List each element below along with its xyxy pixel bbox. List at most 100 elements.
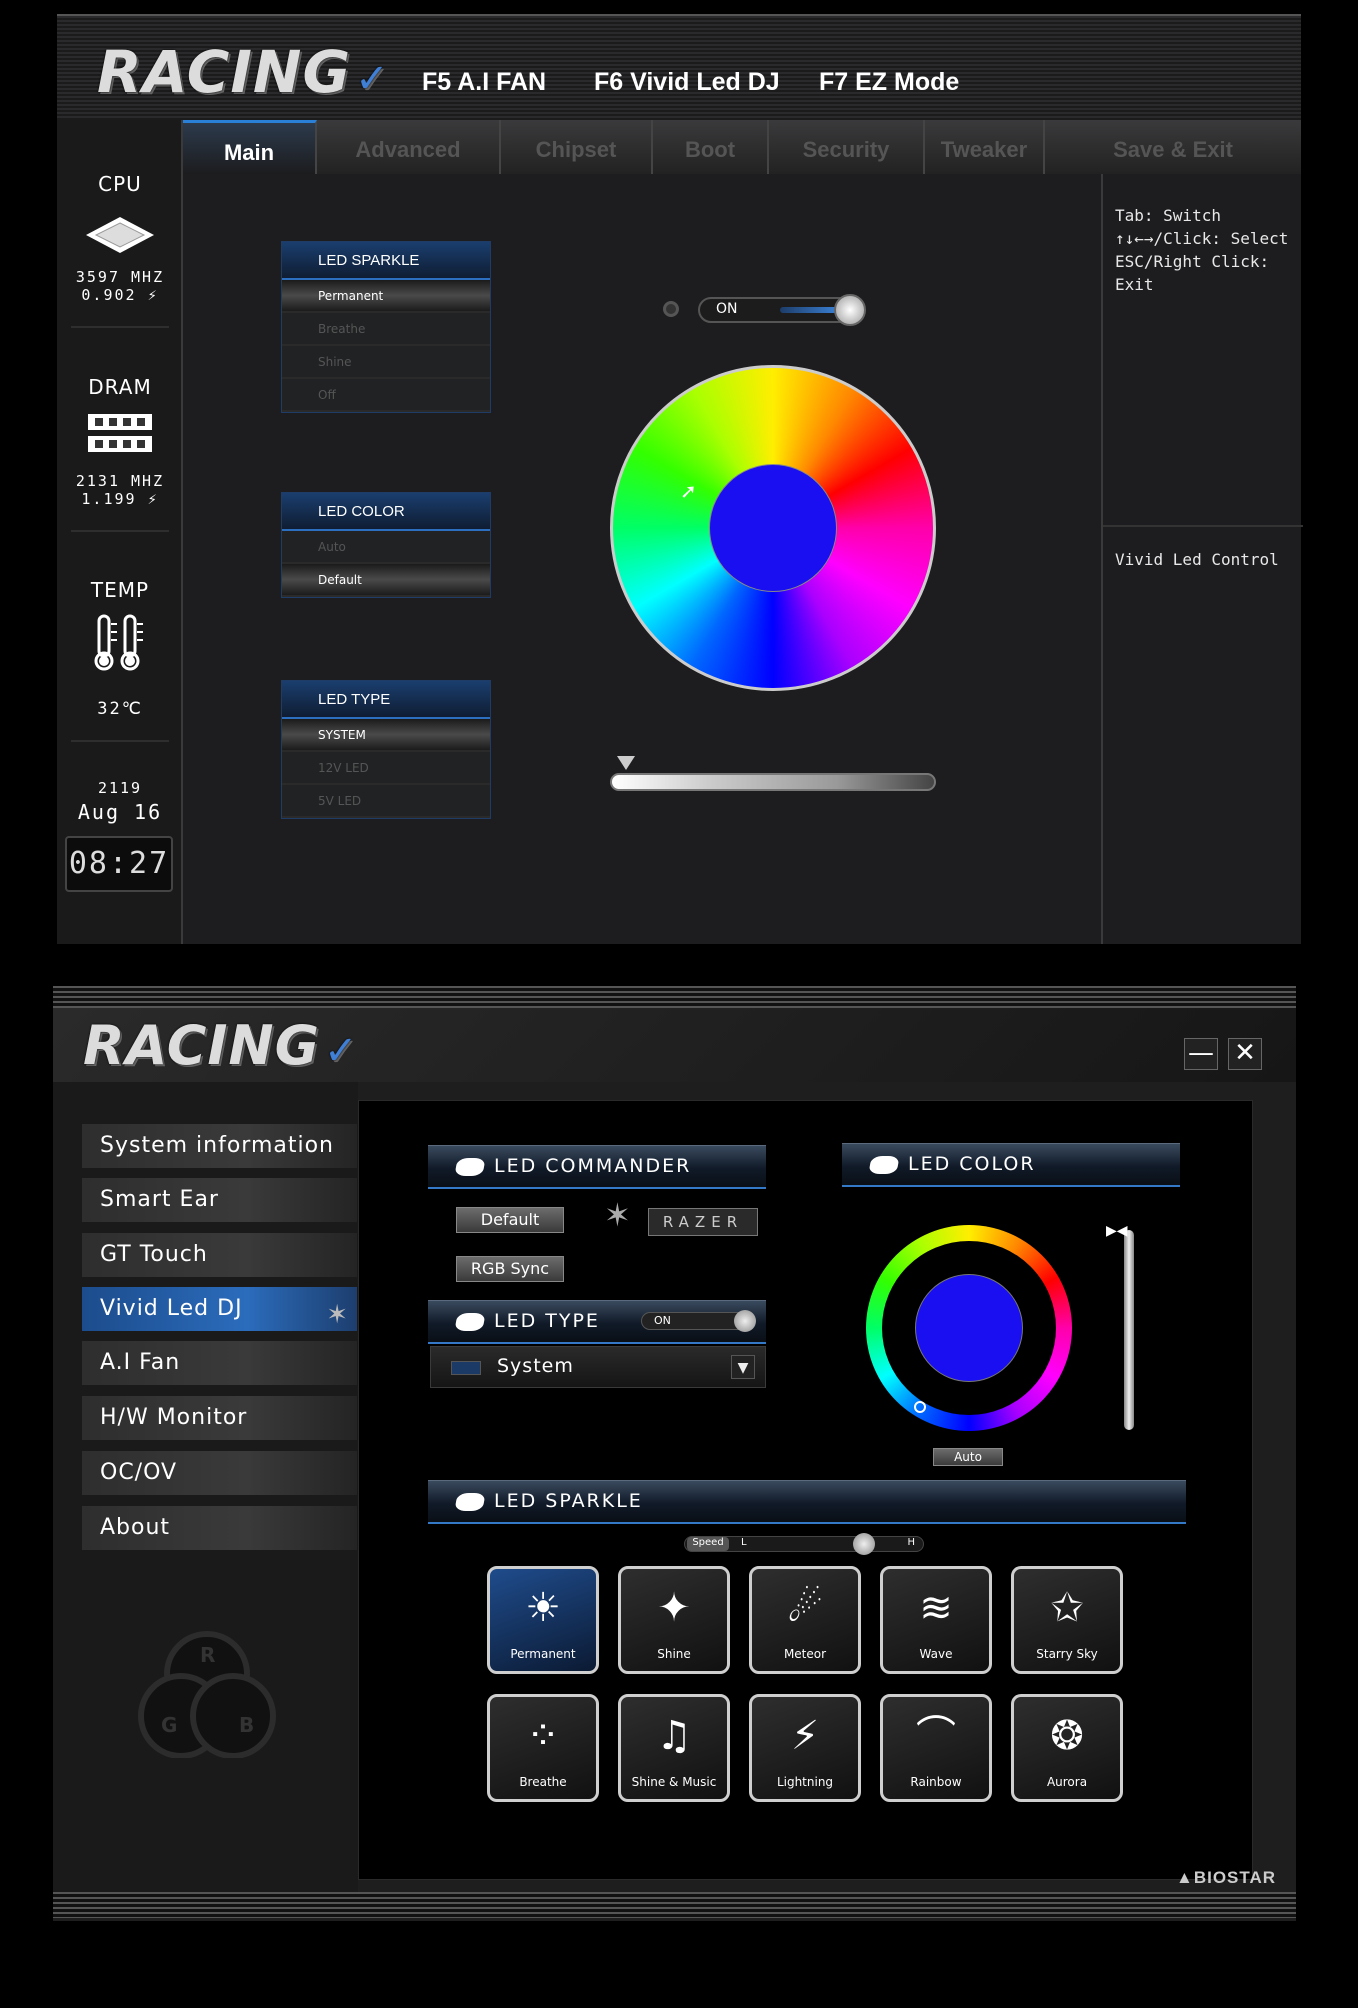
led-type-dropdown[interactable]: System ▼ (430, 1346, 766, 1388)
tab-security[interactable]: Security (769, 120, 925, 174)
toggle-knob[interactable] (834, 294, 866, 326)
f6-vivid-led-dj-button[interactable]: F6 Vivid Led DJ (594, 68, 780, 97)
effect-rainbow[interactable]: ⌒ Rainbow (880, 1694, 992, 1802)
speed-knob[interactable] (853, 1533, 875, 1555)
nav-system-information[interactable]: System information (82, 1124, 357, 1168)
color-picker-handle[interactable] (914, 1401, 926, 1413)
razer-button[interactable]: RAZER (648, 1208, 758, 1236)
emblem-letter-b: B (239, 1713, 254, 1737)
nav-smart-ear[interactable]: Smart Ear (82, 1178, 357, 1222)
nav-gt-touch[interactable]: GT Touch (82, 1233, 357, 1277)
default-button[interactable]: Default (456, 1207, 564, 1233)
selected-color-swatch (915, 1274, 1023, 1382)
option-breathe[interactable]: Breathe (282, 313, 490, 346)
effect-label: Wave (919, 1647, 953, 1661)
date-value: Aug 16 (77, 800, 163, 824)
led-power-toggle[interactable]: ON (698, 294, 866, 326)
f7-ez-mode-button[interactable]: F7 EZ Mode (819, 68, 959, 97)
wave-icon: ≋ (919, 1585, 953, 1631)
tab-boot[interactable]: Boot (653, 120, 769, 174)
f5-ai-fan-button[interactable]: F5 A.I FAN (422, 68, 546, 97)
toggle-track (780, 307, 840, 313)
minimize-button[interactable]: — (1184, 1038, 1218, 1070)
stars-icon: ✩ (1050, 1585, 1084, 1631)
led-color-panel: LED COLOR Auto Default (281, 492, 491, 598)
nav-about[interactable]: About (82, 1506, 357, 1550)
option-auto[interactable]: Auto (282, 531, 490, 564)
rainbow-icon: ⌒ (916, 1713, 956, 1759)
nav-oc-ov[interactable]: OC/OV (82, 1451, 357, 1495)
bios-status-sidebar: CPU 3597 MHZ 0.902 ⚡ DRAM 2131 MHZ 1.199… (57, 120, 183, 944)
speed-slider[interactable]: Speed L H (684, 1533, 924, 1555)
app-header: RACING ✓ (53, 1008, 1296, 1082)
close-button[interactable]: ✕ (1228, 1038, 1262, 1070)
lightning-icon: ⚡ (790, 1713, 820, 1759)
nav-label: Vivid Led DJ (100, 1296, 243, 1321)
help-line: Tab: Switch (1115, 206, 1221, 225)
tab-advanced[interactable]: Advanced (317, 120, 501, 174)
panel-title: LED TYPE (282, 681, 490, 719)
option-5v-led[interactable]: 5V LED (282, 785, 490, 818)
nav-label: OC/OV (100, 1460, 178, 1485)
help-line: ESC/Right Click: Exit (1115, 252, 1270, 294)
selected-color-swatch (709, 464, 837, 592)
emblem-letter-g: G (161, 1713, 177, 1737)
effect-shine-music[interactable]: ♫ Shine & Music (618, 1694, 730, 1802)
clock-display: 08:27 (65, 836, 173, 892)
dropdown-value: System (497, 1355, 574, 1377)
nav-label: GT Touch (100, 1242, 208, 1267)
meteor-icon: ☄ (787, 1585, 823, 1631)
aurora-icon: ❂ (1050, 1713, 1084, 1759)
sparkle-icon: ✦ (657, 1585, 691, 1631)
chevron-down-icon[interactable]: ▼ (731, 1355, 755, 1379)
option-system[interactable]: SYSTEM (282, 719, 490, 752)
option-permanent[interactable]: Permanent (282, 280, 490, 313)
auto-button[interactable]: Auto (933, 1448, 1003, 1466)
nav-vivid-led-dj[interactable]: Vivid Led DJ ✶ (82, 1287, 357, 1331)
option-12v-led[interactable]: 12V LED (282, 752, 490, 785)
effect-label: Rainbow (910, 1775, 962, 1789)
help-line: ↑↓←→/Click: Select (1115, 229, 1289, 248)
bios-tab-bar: Main Advanced Chipset Boot Security Twea… (183, 120, 1301, 174)
tab-tweaker[interactable]: Tweaker (925, 120, 1045, 174)
nav-hw-monitor[interactable]: H/W Monitor (82, 1396, 357, 1440)
effect-label: Permanent (510, 1647, 576, 1661)
speed-high-label: H (907, 1537, 915, 1548)
led-chip-icon (454, 1158, 486, 1176)
tab-chipset[interactable]: Chipset (501, 120, 653, 174)
effect-permanent[interactable]: ☀ Permanent (487, 1566, 599, 1674)
help-panel: Tab: Switch ↑↓←→/Click: Select ESC/Right… (1101, 174, 1303, 944)
effect-lightning[interactable]: ⚡ Lightning (749, 1694, 861, 1802)
dram-module-icon (87, 412, 153, 454)
rgb-sync-button[interactable]: RGB Sync (456, 1256, 564, 1282)
option-default[interactable]: Default (282, 564, 490, 597)
nav-ai-fan[interactable]: A.I Fan (82, 1341, 357, 1385)
effect-breathe[interactable]: ⁘ Breathe (487, 1694, 599, 1802)
breathe-icon: ⁘ (526, 1713, 560, 1759)
cpu-label: CPU (98, 172, 142, 196)
bottom-stripes (53, 1892, 1296, 1918)
effect-meteor[interactable]: ☄ Meteor (749, 1566, 861, 1674)
led-type-toggle[interactable]: ON (641, 1310, 756, 1332)
brightness-vertical-slider[interactable] (1124, 1230, 1134, 1430)
effect-shine[interactable]: ✦ Shine (618, 1566, 730, 1674)
led-chip-icon (454, 1493, 486, 1511)
razer-logo-icon: ✶ (604, 1196, 631, 1234)
option-off[interactable]: Off (282, 379, 490, 412)
divider (71, 326, 169, 328)
led-sparkle-header: LED SPARKLE (428, 1480, 1186, 1524)
led-chip-icon (454, 1313, 486, 1331)
option-shine[interactable]: Shine (282, 346, 490, 379)
toggle-knob[interactable] (734, 1310, 756, 1332)
effect-wave[interactable]: ≋ Wave (880, 1566, 992, 1674)
brightness-slider[interactable] (610, 773, 936, 791)
led-color-header: LED COLOR (842, 1143, 1180, 1187)
effect-label: Starry Sky (1036, 1647, 1098, 1661)
divider (71, 740, 169, 742)
effect-aurora[interactable]: ❂ Aurora (1011, 1694, 1123, 1802)
dram-label: DRAM (88, 375, 152, 399)
tab-save-exit[interactable]: Save & Exit (1045, 120, 1301, 174)
tab-main[interactable]: Main (183, 120, 317, 174)
effect-starry-sky[interactable]: ✩ Starry Sky (1011, 1566, 1123, 1674)
slider-arrows-icon: ▶◀ (1106, 1223, 1128, 1239)
